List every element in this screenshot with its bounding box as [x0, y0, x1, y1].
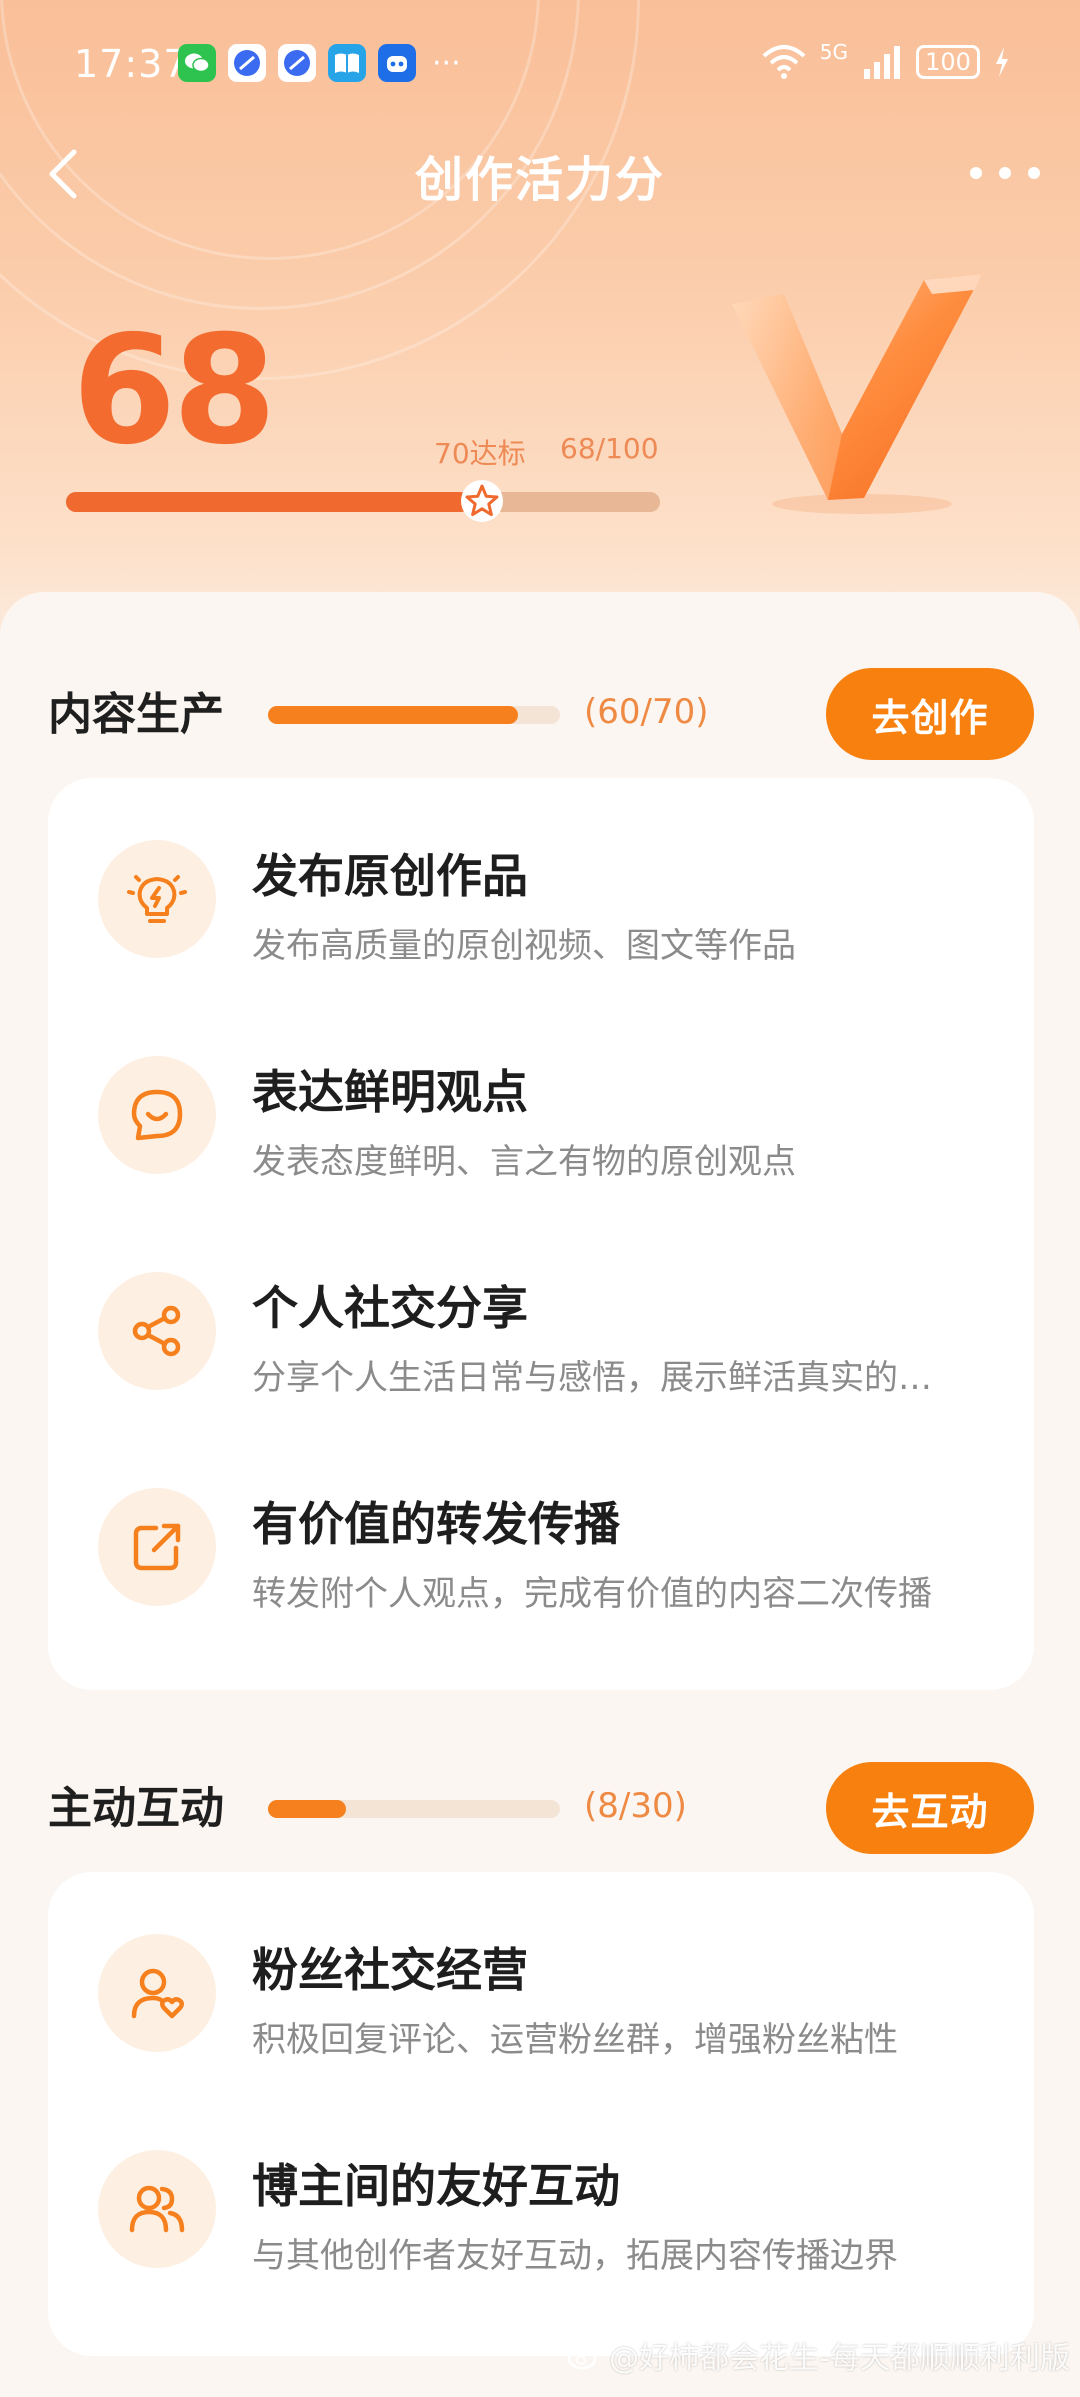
status-time: 17:37 [74, 42, 189, 86]
more-dot [970, 167, 982, 179]
notification-icons: ··· [178, 44, 461, 82]
page: 17:37 ··· 5G 100 创作活力分 68 70达标 68/100 内容… [0, 0, 1080, 2397]
interact-task-card: 粉丝社交经营 积极回复评论、运营粉丝群，增强粉丝粘性 博主间的友好互动 与其他创… [48, 1872, 1034, 2356]
item-desc: 与其他创作者友好互动，拓展内容传播边界 [252, 2236, 898, 2276]
status-right: 5G 100 [762, 40, 1010, 80]
wechat-icon [178, 44, 216, 82]
list-item[interactable]: 表达鲜明观点 发表态度鲜明、言之有物的原创观点 [48, 1006, 1034, 1222]
battery-icon: 100 [916, 45, 980, 79]
more-button[interactable] [970, 148, 1040, 198]
section-progress-fill [268, 1800, 346, 1818]
watermark: @好柿都会花生-每天都顺顺利利版 [567, 2333, 1070, 2377]
content-sheet: 内容生产 (60/70) 去创作 发布原创作品 发布高质量的原创视频、图文等作品… [0, 592, 1080, 2397]
item-title: 表达鲜明观点 [252, 1065, 528, 1119]
item-desc: 发布高质量的原创视频、图文等作品 [252, 926, 796, 966]
score-ratio-label: 68/100 [560, 432, 659, 465]
item-title: 有价值的转发传播 [252, 1497, 620, 1551]
item-desc: 分享个人生活日常与感悟，展示鲜活真实的… [252, 1358, 932, 1398]
section-interact-header: 主动互动 (8/30) 去互动 [0, 1750, 1080, 1854]
user-heart-icon [98, 1934, 216, 2052]
book-icon [328, 44, 366, 82]
score-value: 68 [72, 304, 277, 478]
users-icon [98, 2150, 216, 2268]
section-title: 主动互动 [48, 1783, 224, 1834]
item-title: 发布原创作品 [252, 849, 528, 903]
section-count: (8/30) [584, 1786, 687, 1826]
section-progress-bar [268, 706, 560, 724]
battery-level: 100 [925, 48, 971, 76]
section-count: (60/70) [584, 692, 709, 732]
browser-icon [228, 44, 266, 82]
target-star-icon [460, 480, 503, 522]
score-progress-bar [66, 480, 660, 522]
list-item[interactable]: 个人社交分享 分享个人生活日常与感悟，展示鲜活真实的… [48, 1222, 1034, 1438]
signal-icon [864, 46, 900, 79]
list-item[interactable]: 发布原创作品 发布高质量的原创视频、图文等作品 [48, 790, 1034, 1006]
item-desc: 发表态度鲜明、言之有物的原创观点 [252, 1142, 796, 1182]
watermark-text: @好柿都会花生-每天都顺顺利利版 [609, 2341, 1070, 2376]
item-desc: 转发附个人观点，完成有价值的内容二次传播 [252, 1574, 932, 1614]
share-icon [98, 1272, 216, 1390]
item-title: 个人社交分享 [252, 1281, 528, 1335]
browser-icon [278, 44, 316, 82]
nav-bar: 创作活力分 [0, 130, 1080, 216]
content-task-card: 发布原创作品 发布高质量的原创视频、图文等作品 表达鲜明观点 发表态度鲜明、言之… [48, 778, 1034, 1690]
section-title: 内容生产 [48, 689, 224, 740]
status-bar: 17:37 ··· 5G 100 [0, 38, 1080, 94]
network-type: 5G [819, 40, 848, 64]
section-progress-bar [268, 1800, 560, 1818]
score-target-label: 70达标 [434, 437, 526, 470]
weibo-icon [567, 2342, 601, 2370]
hero-header: 17:37 ··· 5G 100 创作活力分 68 70达标 68/100 [0, 0, 1080, 680]
forward-icon [98, 1488, 216, 1606]
go-create-button[interactable]: 去创作 [826, 668, 1034, 760]
more-dot [999, 167, 1011, 179]
more-notifications: ··· [432, 45, 461, 81]
list-item[interactable]: 有价值的转发传播 转发附个人观点，完成有价值的内容二次传播 [48, 1438, 1034, 1654]
page-title: 创作活力分 [414, 152, 665, 208]
item-title: 粉丝社交经营 [252, 1943, 528, 1997]
lightbulb-icon [98, 840, 216, 958]
charging-icon [996, 47, 1008, 77]
wifi-icon [762, 45, 806, 79]
item-desc: 积极回复评论、运营粉丝群，增强粉丝粘性 [252, 2020, 898, 2060]
score-progress-fill [66, 492, 470, 512]
section-progress-fill [268, 706, 519, 724]
list-item[interactable]: 粉丝社交经营 积极回复评论、运营粉丝群，增强粉丝粘性 [48, 1884, 1034, 2100]
section-content-header: 内容生产 (60/70) 去创作 [0, 656, 1080, 760]
chat-smile-icon [98, 1056, 216, 1174]
robot-icon [378, 44, 416, 82]
v-badge-icon [732, 274, 982, 514]
more-dot [1028, 167, 1040, 179]
item-title: 博主间的友好互动 [252, 2159, 620, 2213]
go-interact-button[interactable]: 去互动 [826, 1762, 1034, 1854]
list-item[interactable]: 博主间的友好互动 与其他创作者友好互动，拓展内容传播边界 [48, 2100, 1034, 2316]
